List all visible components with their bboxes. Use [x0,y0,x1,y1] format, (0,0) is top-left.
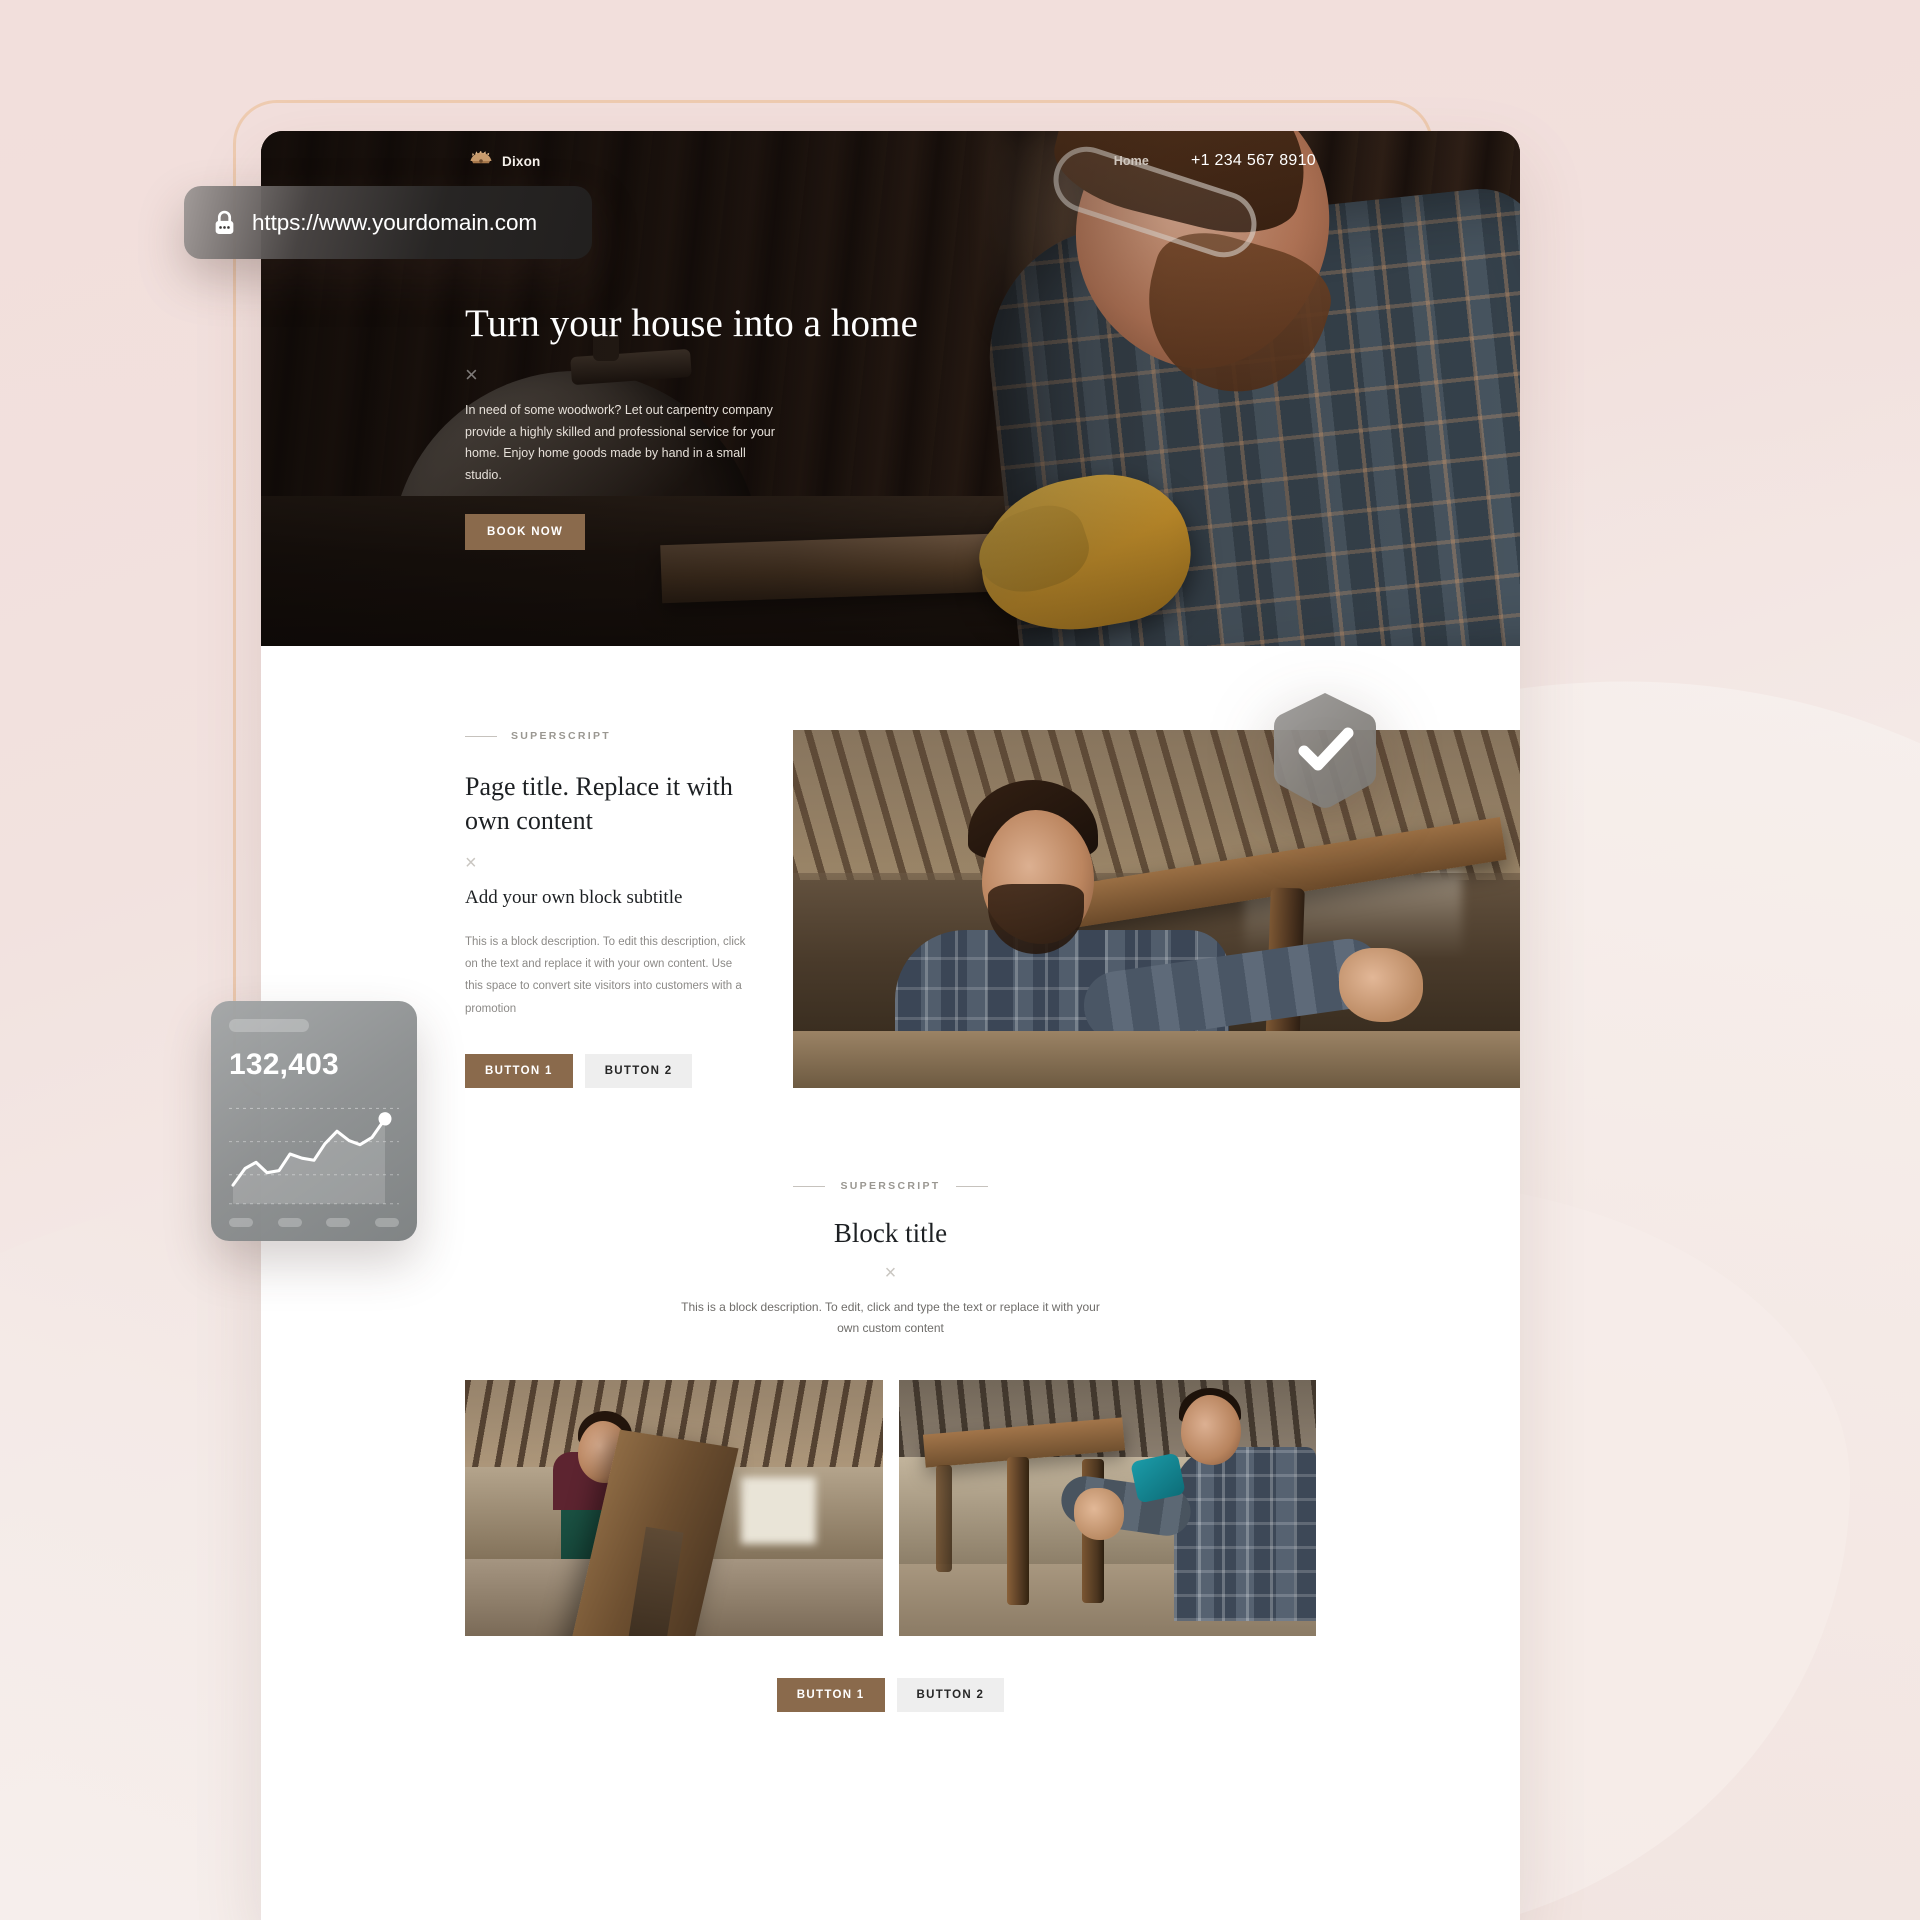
stats-card-chart [229,1096,399,1210]
section-two-superscript: SUPERSCRIPT [840,1180,941,1193]
axis-tick-placeholder [277,1218,302,1227]
section-one-title: Page title. Replace it with own content [465,772,733,836]
section-one-photo [793,730,1520,1089]
section-one-superscript-row: SUPERSCRIPT [465,730,753,742]
website-preview: Dixon Home +1 234 567 8910 Turn your hou… [261,131,1520,1920]
section-one-superscript: SUPERSCRIPT [511,730,611,742]
section-one-divider-glyph: × [465,851,477,874]
stats-card-value: 132,403 [229,1048,339,1081]
section-two-title: Block title [833,1218,948,1249]
hero-description: In need of some woodwork? Let out carpen… [465,403,775,482]
saw-blade-icon [470,151,492,164]
lock-icon [215,210,234,234]
section-one-secondary-button[interactable]: BUTTON 2 [584,1054,693,1089]
section-two-button-row: BUTTON 1 BUTTON 2 [261,1678,1520,1713]
section-one-primary-button[interactable]: BUTTON 1 [465,1054,573,1089]
hero-copy: Turn your house into a home × In need of… [465,299,925,551]
nav-phone-number[interactable]: +1 234 567 8910 [1191,152,1316,170]
nav-link-home[interactable]: Home [1114,154,1149,168]
hero-title: Turn your house into a home [465,302,918,345]
section-one-subtitle: Add your own block subtitle [465,886,683,908]
book-now-button[interactable]: BOOK NOW [465,514,586,551]
brand-name: Dixon [502,153,541,169]
content-section-two: SUPERSCRIPT Block title × This is a bloc… [261,1088,1520,1713]
hero-divider-glyph: × [465,362,478,388]
axis-tick-placeholder [326,1218,351,1227]
section-one-button-row: BUTTON 1 BUTTON 2 [465,1054,753,1089]
section-two-superscript-row: SUPERSCRIPT [261,1180,1520,1192]
brand-logo[interactable]: Dixon [469,151,541,171]
axis-tick-placeholder [374,1218,399,1227]
axis-tick-placeholder [229,1218,253,1227]
verified-badge [1273,693,1377,808]
stats-card-widget: 132,403 [211,1001,417,1241]
section-one-description: This is a block description. To edit thi… [465,935,746,1015]
stats-card-label-placeholder [229,1019,309,1032]
section-one-image-column [793,730,1520,1089]
superscript-rule [465,735,497,737]
site-navbar: Dixon Home +1 234 567 8910 [261,131,1520,191]
superscript-rule-left [792,1185,825,1187]
section-two-description: This is a block description. To edit, cl… [681,1300,1100,1335]
superscript-rule-right [956,1185,989,1187]
section-two-photo-left [465,1380,883,1637]
url-address-pill[interactable]: https://www.yourdomain.com [184,186,592,259]
url-text: https://www.yourdomain.com [252,209,538,235]
sparkline-chart [229,1107,399,1205]
section-two-primary-button[interactable]: BUTTON 1 [776,1678,885,1713]
section-two-secondary-button[interactable]: BUTTON 2 [896,1678,1005,1713]
stats-card-axis-placeholders [229,1218,399,1227]
section-two-photo-right [898,1380,1316,1637]
section-two-image-grid [261,1380,1520,1637]
section-two-divider-glyph: × [884,1262,897,1285]
navbar-right: Home +1 234 567 8910 [1114,152,1476,170]
